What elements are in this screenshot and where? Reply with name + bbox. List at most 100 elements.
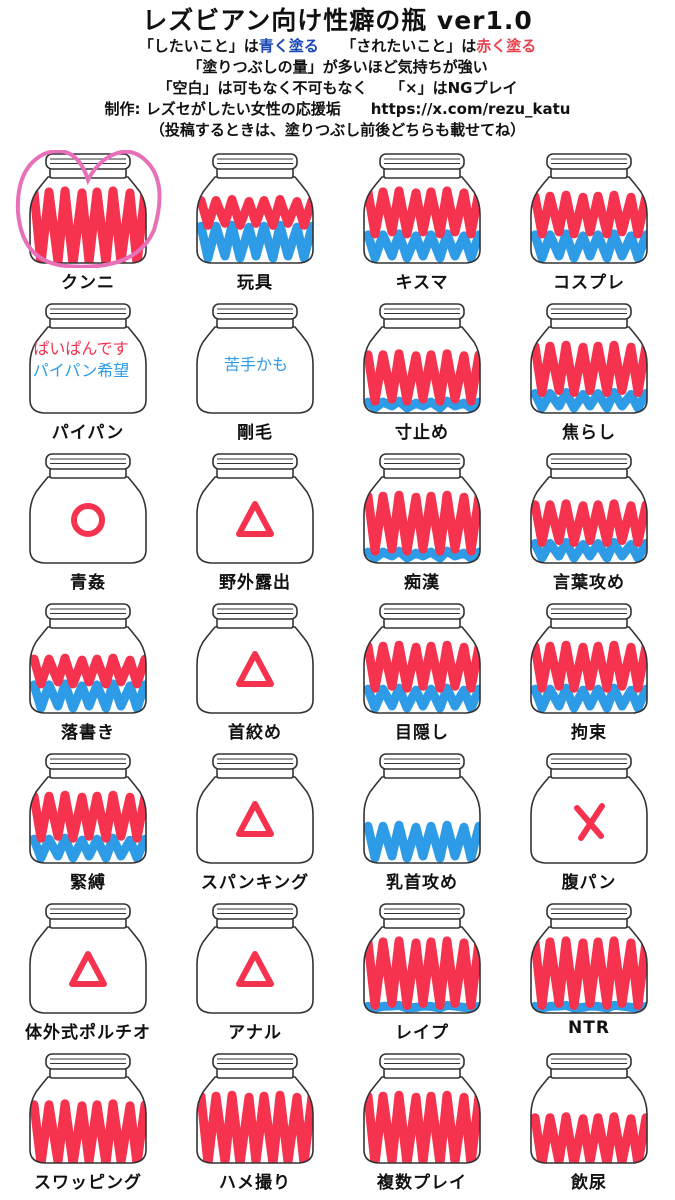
jar-label: 腹パン (561, 873, 617, 893)
red-fill (364, 186, 480, 239)
jar-lid (212, 1053, 298, 1070)
jar-note: 苦手かも (181, 354, 331, 376)
jar-item: スパンキング (171, 750, 339, 900)
jar-lid (546, 453, 632, 470)
jar-lid (379, 153, 465, 170)
jar-item: クンニ (4, 150, 172, 300)
note-line: パイパン希望 (32, 361, 130, 380)
red-fill (531, 936, 647, 1010)
jar-lid (379, 903, 465, 920)
blue-fill (30, 833, 146, 863)
jar-label: コスプレ (553, 273, 625, 293)
jar-lid (212, 903, 298, 920)
jar-lid (546, 1053, 632, 1070)
blue-fill (364, 229, 480, 263)
red-fill (30, 653, 146, 689)
credit-line: 制作: レズセがしたい女性の応援垢 https://x.com/rezu_kat… (104, 100, 571, 118)
jar-label: 体外式ポルチオ (25, 1023, 151, 1043)
jar-lid (45, 1053, 131, 1070)
page-title: レズビアン向け性癖の瓶 ver1.0 (142, 6, 533, 35)
jar-icon (29, 453, 147, 564)
instruction-line-1: 「したいこと」は青く塗る 「されたいこと」は赤く塗る (0, 36, 675, 57)
red-fill (30, 1099, 146, 1163)
jar-item: 玩具 (171, 150, 339, 300)
red-fill (364, 936, 480, 1010)
jar-body (29, 926, 147, 1014)
jar-label: 痴漢 (404, 573, 440, 593)
jar-item: 拘束 (505, 600, 673, 750)
jar-label: キスマ (395, 273, 449, 293)
jar-item: NTR (505, 900, 673, 1050)
jar-item: 痴漢 (338, 450, 506, 600)
blue-fill (531, 683, 647, 713)
jar-icon (363, 1053, 481, 1164)
header: レズビアン向け性癖の瓶 ver1.0 「したいこと」は青く塗る 「されたいこと」… (0, 0, 675, 141)
red-fill (364, 1090, 480, 1163)
jar-label: 玩具 (237, 273, 273, 293)
jar-note: ぱいぱんです パイパン希望 (0, 338, 164, 382)
jar-icon (530, 603, 648, 714)
jar-item: スワッピング (4, 1050, 172, 1200)
posting-note: （投稿するときは、塗りつぶし前後どちらも載せてね） (149, 121, 526, 139)
jar-item: 言葉攻め (505, 450, 673, 600)
note-line: ぱいぱんです (33, 339, 129, 358)
jar-item: ハメ撮り (171, 1050, 339, 1200)
instruction-line-3: 「空白」は可もなく不可もなく 「×」はNGプレイ (157, 79, 518, 97)
jar-item: 落書き (4, 600, 172, 750)
jar-lid (45, 903, 131, 920)
red-fill (364, 490, 480, 556)
jar-icon (530, 1053, 648, 1164)
jar-lid (212, 753, 298, 770)
jar-label: ハメ撮り (219, 1173, 291, 1193)
blue-fill (531, 229, 647, 263)
jar-label: 焦らし (562, 423, 616, 443)
jar-lid (379, 1053, 465, 1070)
jar-icon (530, 453, 648, 564)
jar-item: 焦らし (505, 300, 673, 450)
jar-label: 野外露出 (219, 573, 291, 593)
jar-label: 拘束 (571, 723, 607, 743)
jar-item: 首絞め (171, 600, 339, 750)
jar-icon (530, 153, 648, 264)
jar-icon (196, 753, 314, 864)
triangle-mark (236, 501, 274, 537)
jar-label: 寸止め (395, 423, 449, 443)
instruction-line-2: 「塗りつぶしの量」が多いほど気持ちが強い (187, 58, 488, 76)
jar-label: 乳首攻め (386, 873, 458, 893)
jar-item: レイプ (338, 900, 506, 1050)
jar-label: 目隠し (395, 723, 449, 743)
red-fill (197, 195, 313, 230)
triangle-mark (236, 951, 274, 987)
blue-fill (30, 679, 146, 713)
jar-label: アナル (228, 1023, 282, 1043)
red-fill (197, 1090, 313, 1163)
jar-label: 落書き (61, 723, 115, 743)
jar-lid (379, 453, 465, 470)
jar-item: キスマ (338, 150, 506, 300)
jar-item: 緊縛 (4, 750, 172, 900)
red-fill (531, 190, 647, 239)
jar-label: 剛毛 (237, 423, 273, 443)
jar-item: 寸止め (338, 300, 506, 450)
jar-lid (379, 603, 465, 620)
jar-item: コスプレ (505, 150, 673, 300)
jar-icon (196, 1053, 314, 1164)
jar-icon (15, 150, 162, 268)
jar-icon (196, 153, 314, 264)
jar-icon (196, 903, 314, 1014)
jar-icon (530, 303, 648, 414)
jar-icon (363, 753, 481, 864)
red-instruction: 赤く塗る (476, 37, 537, 55)
jar-item: 目隠し (338, 600, 506, 750)
jar-lid (45, 453, 131, 470)
jar-lid (379, 753, 465, 770)
jar-lid (379, 303, 465, 320)
jar-lid (212, 453, 298, 470)
jar-lid (45, 303, 131, 320)
jar-lid (212, 153, 298, 170)
jar-item: 体外式ポルチオ (4, 900, 172, 1050)
jar-label: スワッピング (34, 1173, 142, 1193)
red-fill (531, 499, 647, 547)
jar-body (29, 476, 147, 564)
